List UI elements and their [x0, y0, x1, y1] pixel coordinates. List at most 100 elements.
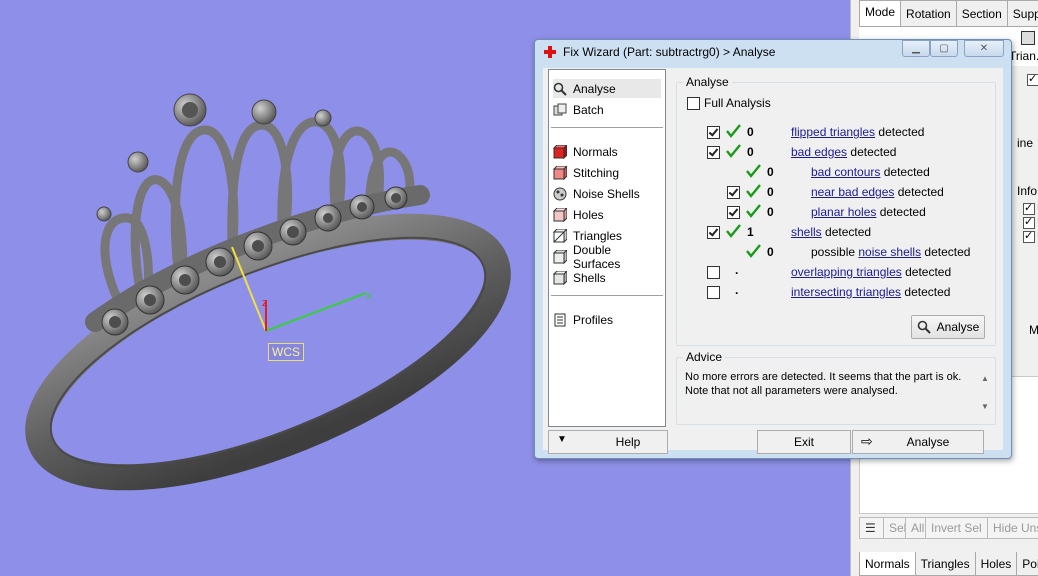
row-suffix: detected — [904, 285, 951, 299]
nav-divider — [551, 295, 663, 296]
shells-link[interactable]: shells — [791, 225, 822, 239]
scroll-up-icon[interactable]: ▲ — [981, 374, 989, 383]
green-tick-icon — [726, 144, 741, 158]
minimize-icon[interactable]: ▁ — [902, 40, 930, 57]
nav-item-holes[interactable]: Holes — [553, 205, 661, 224]
tab-section[interactable]: Section — [955, 0, 1008, 26]
magnifier-icon — [553, 82, 567, 96]
nav-item-normals[interactable]: Normals — [553, 142, 661, 161]
bad-edges-count: 0 — [747, 145, 754, 159]
near-bad-edges-checkbox[interactable] — [727, 186, 740, 199]
intersecting-triangles-count: . — [735, 283, 739, 297]
tab-rotation[interactable]: Rotation — [900, 0, 957, 26]
intersecting-triangles-checkbox[interactable] — [707, 286, 720, 299]
triangle-mode-icon[interactable] — [1021, 31, 1035, 45]
triangle-mode-label[interactable]: Trian.. — [1009, 49, 1038, 63]
full-analysis-checkbox[interactable] — [687, 97, 700, 110]
info-checkbox-3[interactable] — [1023, 229, 1035, 243]
nav-item-batch[interactable]: Batch — [553, 100, 661, 119]
fix-wizard-dialog: Fix Wizard (Part: subtractrg0) > Analyse… — [534, 39, 1012, 459]
scroll-down-icon[interactable]: ▼ — [981, 402, 989, 411]
help-button[interactable]: ▼ Help — [548, 430, 668, 454]
green-tick-icon — [726, 124, 741, 138]
analyse-footer-label: Analyse — [906, 435, 950, 449]
bottom-tabs: Normals Triangles Holes Point — [859, 552, 1038, 576]
shells-row: shells detected — [791, 225, 871, 243]
noise-shells-link[interactable]: noise shells — [858, 245, 921, 259]
shells-icon — [553, 270, 567, 285]
overlapping-triangles-count: . — [735, 263, 739, 277]
tab-triangles[interactable]: Triangles — [914, 552, 976, 576]
bad-edges-link[interactable]: bad edges — [791, 145, 847, 159]
row-suffix: detected — [879, 205, 926, 219]
row-suffix: detected — [825, 225, 872, 239]
bad-edges-checkbox[interactable] — [707, 146, 720, 159]
advice-group: Advice No more errors are detected. It s… — [676, 350, 996, 425]
analyse-run-label: Analyse — [936, 320, 980, 334]
row-suffix: detected — [905, 265, 952, 279]
intersecting-triangles-row: intersecting triangles detected — [791, 285, 950, 303]
info-checkbox-2[interactable] — [1023, 215, 1035, 229]
normals-icon — [553, 144, 567, 159]
panel-checkbox[interactable] — [1027, 72, 1038, 86]
measure-button[interactable]: Meas — [1029, 323, 1038, 337]
nav-item-analyse[interactable]: Analyse — [553, 79, 661, 98]
tab-holes[interactable]: Holes — [974, 552, 1018, 576]
nav-item-noise-shells[interactable]: Noise Shells — [553, 184, 661, 203]
profiles-icon — [554, 313, 566, 326]
planar-holes-checkbox[interactable] — [727, 206, 740, 219]
shells-count: 1 — [747, 225, 754, 239]
analyse-group: Analyse Full Analysis 0 flipped triangle… — [676, 75, 996, 346]
triangle-down-icon: ▼ — [557, 434, 567, 445]
nav-item-shells[interactable]: Shells — [553, 268, 661, 287]
maximize-icon[interactable]: ▢ — [930, 40, 958, 57]
triangles-icon — [553, 228, 567, 243]
nav-item-double-surfaces[interactable]: Double Surfaces — [553, 243, 661, 271]
green-tick-icon — [746, 164, 761, 178]
flipped-triangles-checkbox[interactable] — [707, 126, 720, 139]
help-label: Help — [615, 435, 641, 449]
flipped-triangles-link[interactable]: flipped triangles — [791, 125, 875, 139]
nav-label: Profiles — [573, 312, 614, 327]
invert-sel-button[interactable]: Invert Sel — [925, 517, 988, 539]
svg-text:z: z — [262, 297, 268, 309]
overlapping-triangles-link[interactable]: overlapping triangles — [791, 265, 902, 279]
intersecting-triangles-link[interactable]: intersecting triangles — [791, 285, 901, 299]
info-checkbox-1[interactable] — [1023, 201, 1035, 215]
near-bad-edges-link[interactable]: near bad edges — [811, 185, 894, 199]
close-icon[interactable]: ✕ — [964, 40, 1004, 57]
nav-label: Noise Shells — [573, 186, 640, 201]
row-suffix: detected — [878, 125, 925, 139]
red-cross-icon — [544, 46, 556, 58]
full-analysis-label: Full Analysis — [704, 96, 771, 110]
nav-label: Triangles — [573, 228, 622, 243]
holes-icon — [553, 207, 567, 222]
nav-label: Batch — [573, 102, 604, 117]
nav-label: Double Surfaces — [573, 242, 621, 271]
analyse-run-button[interactable]: Analyse — [911, 315, 985, 339]
select-list-icon[interactable]: ☰ — [859, 517, 885, 539]
tab-mode[interactable]: Mode — [859, 0, 902, 26]
exit-button[interactable]: Exit — [757, 430, 851, 454]
tab-support[interactable]: Suppo — [1006, 0, 1038, 26]
shells-checkbox[interactable] — [707, 226, 720, 239]
tab-points[interactable]: Point — [1016, 552, 1038, 576]
nav-item-profiles[interactable]: Profiles — [553, 310, 661, 329]
hide-unsel-button[interactable]: Hide Unsl — [987, 517, 1038, 539]
bad-edges-row: bad edges detected — [791, 145, 896, 163]
double-surfaces-icon — [553, 249, 567, 264]
bad-contours-link[interactable]: bad contours — [811, 165, 880, 179]
nav-item-stitching[interactable]: Stitching — [553, 163, 661, 182]
advice-group-label: Advice — [683, 350, 726, 364]
dialog-client: Analyse Batch Normals Stitching Noise Sh… — [543, 68, 1003, 454]
wizard-nav: Analyse Batch Normals Stitching Noise Sh… — [548, 69, 666, 427]
overlapping-triangles-checkbox[interactable] — [707, 266, 720, 279]
noise-shells-row: possible noise shells detected — [811, 245, 970, 263]
dialog-titlebar[interactable]: Fix Wizard (Part: subtractrg0) > Analyse… — [535, 40, 1011, 64]
tab-normals[interactable]: Normals — [859, 552, 916, 576]
planar-holes-link[interactable]: planar holes — [811, 205, 876, 219]
stitching-icon — [553, 165, 567, 180]
overlapping-triangles-row: overlapping triangles detected — [791, 265, 951, 283]
analyse-footer-button[interactable]: ⇨ Analyse — [852, 430, 984, 454]
nav-label: Normals — [573, 144, 618, 159]
